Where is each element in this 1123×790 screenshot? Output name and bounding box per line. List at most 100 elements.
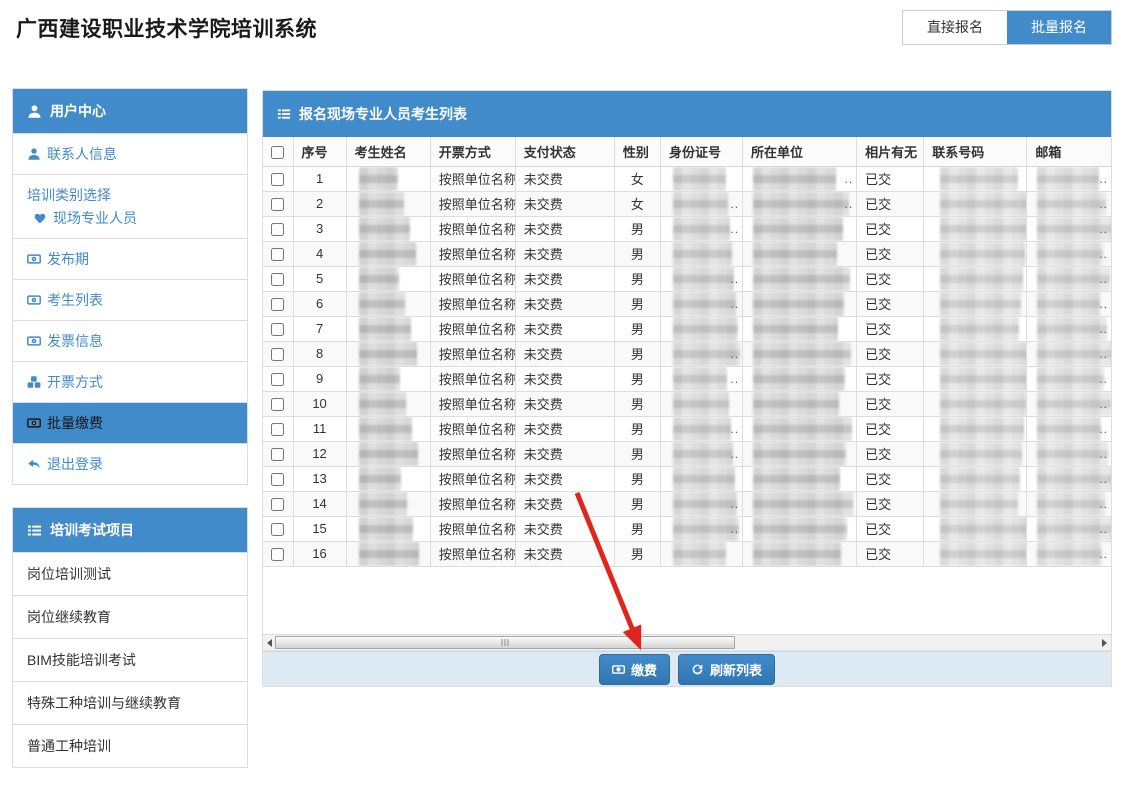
cell-id-masked: .. (660, 366, 742, 391)
cell-gender: 男 (614, 316, 660, 341)
column-header: 支付状态 (515, 137, 614, 166)
row-checkbox[interactable] (271, 248, 284, 261)
cell-invoice-method: 按照单位名称 (430, 341, 515, 366)
sidebar-item-label: 发布期 (47, 249, 89, 269)
sidebar-item-special-trade-training[interactable]: 特殊工种培训与继续教育 (13, 681, 247, 724)
cell-phone-masked (924, 166, 1027, 191)
cell-unit-masked (743, 391, 857, 416)
sidebar-item-training-category[interactable]: 培训类别选择现场专业人员 (13, 174, 247, 238)
cell-photo-status: 已交 (857, 491, 924, 516)
cell-seq: 16 (293, 541, 346, 566)
sidebar-section-title: 用户中心 (50, 101, 106, 121)
banknote-icon (27, 252, 41, 266)
row-checkbox[interactable] (271, 398, 284, 411)
mask-ellipsis: .. (1099, 522, 1108, 536)
sidebar-item-post-continuing-edu[interactable]: 岗位继续教育 (13, 595, 247, 638)
cell-name-masked (346, 416, 430, 441)
sidebar-item-bim-training-exam[interactable]: BIM技能培训考试 (13, 638, 247, 681)
cell-seq: 15 (293, 516, 346, 541)
cell-id-masked (660, 241, 742, 266)
refresh-icon (691, 663, 704, 676)
cell-invoice-method: 按照单位名称 (430, 266, 515, 291)
cell-phone-masked (924, 291, 1027, 316)
mask-ellipsis: .. (730, 497, 739, 511)
cell-photo-status: 已交 (857, 191, 924, 216)
row-checkbox[interactable] (271, 448, 284, 461)
cell-name-masked (346, 291, 430, 316)
select-all-checkbox[interactable] (271, 146, 284, 159)
cell-phone-masked (924, 466, 1027, 491)
sidebar-item-logout[interactable]: 退出登录 (13, 443, 247, 484)
row-checkbox[interactable] (271, 173, 284, 186)
cell-payment-status: 未交费 (515, 291, 614, 316)
cell-invoice-method: 按照单位名称 (430, 191, 515, 216)
sidebar-item-label: 联系人信息 (47, 144, 117, 164)
cell-payment-status: 未交费 (515, 441, 614, 466)
sidebar-item-candidate-list[interactable]: 考生列表 (13, 279, 247, 320)
sidebar-item-general-trade-training[interactable]: 普通工种培训 (13, 724, 247, 767)
row-checkbox[interactable] (271, 523, 284, 536)
sidebar-section-title: 培训考试项目 (50, 520, 134, 540)
column-header: 开票方式 (430, 137, 515, 166)
cell-gender: 男 (614, 491, 660, 516)
cell-invoice-method: 按照单位名称 (430, 216, 515, 241)
sidebar-item-invoice-info[interactable]: 发票信息 (13, 320, 247, 361)
cell-gender: 男 (614, 366, 660, 391)
sidebar-item-label: 发票信息 (47, 331, 103, 351)
mask-ellipsis: .. (1099, 222, 1108, 236)
cell-unit-masked: .. (743, 191, 857, 216)
cell-phone-masked (924, 266, 1027, 291)
direct-signup-button[interactable]: 直接报名 (903, 11, 1007, 44)
banknote-icon (27, 334, 41, 348)
row-checkbox[interactable] (271, 323, 284, 336)
scroll-right-arrow-icon[interactable] (1102, 639, 1107, 647)
sidebar-item-label: 培训类别选择 (27, 185, 233, 205)
row-checkbox[interactable] (271, 373, 284, 386)
cell-id-masked: .. (660, 266, 742, 291)
mask-ellipsis: .. (844, 197, 853, 211)
row-checkbox[interactable] (271, 348, 284, 361)
cell-seq: 10 (293, 391, 346, 416)
row-checkbox[interactable] (271, 198, 284, 211)
mask-ellipsis: .. (1099, 197, 1108, 211)
horizontal-scrollbar[interactable] (263, 634, 1111, 651)
cell-gender: 男 (614, 291, 660, 316)
sidebar-item-invoice-method[interactable]: 开票方式 (13, 361, 247, 402)
mask-ellipsis: .. (730, 272, 739, 286)
cell-unit-masked (743, 516, 857, 541)
sidebar-item-label: 岗位继续教育 (27, 607, 111, 627)
mask-ellipsis: .. (1099, 472, 1108, 486)
candidate-row: 16按照单位名称未交费男已交.. (263, 541, 1111, 566)
row-checkbox[interactable] (271, 423, 284, 436)
cell-name-masked (346, 191, 430, 216)
sidebar-item-batch-payment[interactable]: 批量缴费 (13, 402, 247, 443)
refresh-list-button[interactable]: 刷新列表 (678, 654, 775, 685)
cell-email-masked: .. (1027, 241, 1111, 266)
sidebar-item-publish-period[interactable]: 发布期 (13, 238, 247, 279)
batch-signup-button[interactable]: 批量报名 (1007, 11, 1111, 44)
cell-payment-status: 未交费 (515, 391, 614, 416)
scroll-left-arrow-icon[interactable] (267, 639, 272, 647)
cell-phone-masked (924, 516, 1027, 541)
cell-unit-masked (743, 316, 857, 341)
row-checkbox[interactable] (271, 223, 284, 236)
mask-ellipsis: .. (1099, 247, 1108, 261)
scrollbar-thumb[interactable] (275, 636, 735, 649)
pay-button-label: 缴费 (631, 660, 657, 679)
cell-payment-status: 未交费 (515, 541, 614, 566)
row-checkbox[interactable] (271, 298, 284, 311)
pay-button[interactable]: 缴费 (599, 654, 670, 685)
sidebar: 用户中心联系人信息培训类别选择现场专业人员发布期考生列表发票信息开票方式批量缴费… (12, 88, 248, 790)
candidate-row: 11按照单位名称未交费男..已交.. (263, 416, 1111, 441)
select-all-cell (263, 137, 293, 166)
row-checkbox[interactable] (271, 548, 284, 561)
row-checkbox[interactable] (271, 498, 284, 511)
sidebar-item-contact-info[interactable]: 联系人信息 (13, 133, 247, 174)
column-header: 考生姓名 (346, 137, 430, 166)
row-checkbox[interactable] (271, 473, 284, 486)
sidebar-item-post-training-test[interactable]: 岗位培训测试 (13, 552, 247, 595)
cell-phone-masked (924, 241, 1027, 266)
row-checkbox[interactable] (271, 273, 284, 286)
cell-photo-status: 已交 (857, 516, 924, 541)
cell-photo-status: 已交 (857, 241, 924, 266)
